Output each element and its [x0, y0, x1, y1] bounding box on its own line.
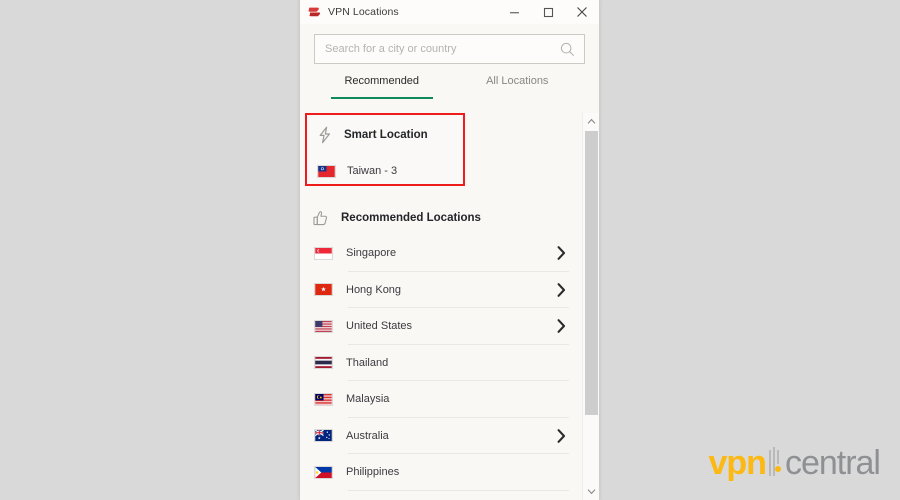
- taiwan-flag-icon: [317, 164, 336, 178]
- chevron-up-icon: [587, 118, 596, 124]
- watermark-primary-text: vpn: [708, 444, 766, 482]
- list-item-label: United States: [346, 320, 413, 333]
- watermark-secondary-text: central: [784, 444, 881, 482]
- minimize-icon: [509, 11, 519, 13]
- chevron-down-icon: [587, 489, 596, 495]
- tab-all-locations[interactable]: All Locations: [450, 75, 586, 99]
- list-item-label: Thailand: [346, 356, 389, 369]
- maximize-icon: [543, 7, 553, 17]
- thumbs-up-icon: [313, 210, 328, 225]
- screen: VPN Locations Search for a city or count…: [0, 0, 900, 500]
- window-controls: [497, 0, 599, 24]
- list-item-label: Malaysia: [346, 393, 390, 406]
- tab-recommended[interactable]: Recommended: [314, 75, 450, 99]
- smart-location-header: Smart Location: [307, 117, 463, 153]
- malaysia-flag-icon: [314, 392, 333, 406]
- scrollbar-up-button[interactable]: [583, 113, 599, 130]
- tab-recommended-label: Recommended: [344, 75, 420, 87]
- list-item[interactable]: Thailand: [300, 345, 582, 381]
- search-area: [300, 24, 599, 64]
- vpn-locations-window: VPN Locations Search for a city or count…: [299, 0, 600, 500]
- search-icon[interactable]: [560, 42, 575, 57]
- list-item[interactable]: United States: [300, 308, 582, 345]
- search-input[interactable]: [315, 35, 584, 63]
- close-icon: [577, 7, 587, 17]
- chevron-right-icon[interactable]: [557, 246, 566, 261]
- lightning-bolt-icon: [319, 126, 330, 144]
- thailand-flag-icon: [314, 356, 333, 370]
- smart-location-card[interactable]: Smart Location Taiwan - 3: [305, 113, 465, 186]
- maximize-button[interactable]: [531, 0, 565, 24]
- scrollbar-thumb[interactable]: [585, 131, 598, 415]
- tab-active-underline: [331, 97, 433, 99]
- vpncentral-watermark: vpn central: [708, 444, 881, 482]
- scrollbar-track[interactable]: [583, 415, 599, 483]
- tab-bar: Recommended All Locations: [300, 75, 599, 99]
- list-item[interactable]: Australia: [300, 418, 582, 454]
- search-box[interactable]: [314, 34, 585, 64]
- philippines-flag-icon: [314, 465, 333, 479]
- minimize-button[interactable]: [497, 0, 531, 24]
- recommended-locations-header: Recommended Locations: [300, 201, 582, 235]
- row-separator: [348, 489, 569, 491]
- expressvpn-logo-icon: [308, 7, 321, 17]
- recommended-locations-list: Recommended Locations Singapore Hong Kon…: [300, 201, 582, 500]
- list-item[interactable]: Singapore: [300, 235, 582, 272]
- window-title: VPN Locations: [328, 6, 399, 18]
- smart-location-entry-label: Taiwan - 3: [347, 165, 398, 177]
- tab-all-locations-label: All Locations: [486, 75, 549, 87]
- list-item-label: Australia: [346, 429, 389, 442]
- chevron-right-icon[interactable]: [557, 282, 566, 297]
- watermark-bars-icon: [768, 447, 781, 476]
- recommended-locations-title: Recommended Locations: [341, 212, 481, 224]
- list-item-label: Singapore: [346, 247, 397, 260]
- singapore-flag-icon: [314, 246, 333, 260]
- chevron-right-icon[interactable]: [557, 428, 566, 443]
- titlebar: VPN Locations: [300, 0, 599, 24]
- close-button[interactable]: [565, 0, 599, 24]
- chevron-right-icon[interactable]: [557, 319, 566, 334]
- list-item-label: Philippines: [346, 466, 400, 479]
- unitedstates-flag-icon: [314, 319, 333, 333]
- list-item-label: Hong Kong: [346, 283, 402, 296]
- list-item[interactable]: Malaysia: [300, 381, 582, 418]
- australia-flag-icon: [314, 429, 333, 443]
- scrollbar-down-button[interactable]: [583, 483, 599, 500]
- locations-content: Smart Location Taiwan - 3 Recommended Lo…: [300, 113, 599, 500]
- list-item[interactable]: Hong Kong: [300, 272, 582, 308]
- list-item[interactable]: Philippines: [300, 454, 582, 491]
- vertical-scrollbar[interactable]: [582, 113, 599, 500]
- hongkong-flag-icon: [314, 283, 333, 297]
- smart-location-title: Smart Location: [344, 129, 428, 141]
- smart-location-entry[interactable]: Taiwan - 3: [307, 153, 463, 189]
